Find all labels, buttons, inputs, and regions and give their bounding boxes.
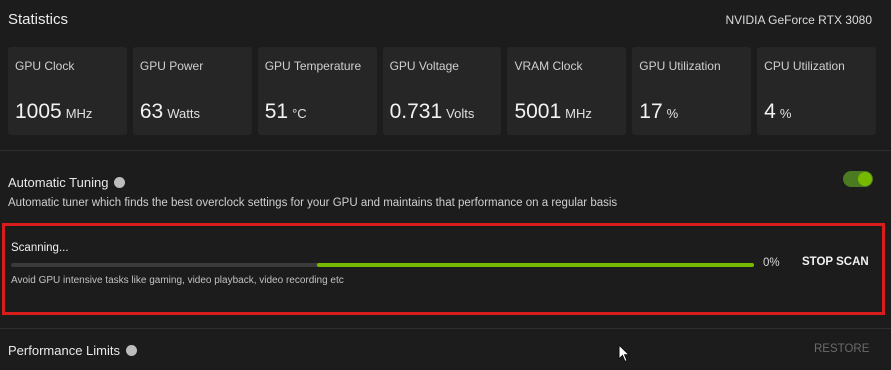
stat-unit: Volts	[446, 106, 475, 121]
stat-card-vram-clock: VRAM Clock 5001 MHz	[507, 47, 627, 135]
stat-unit: MHz	[65, 106, 93, 121]
stat-number: 4	[764, 100, 776, 123]
stat-unit: MHz	[565, 106, 592, 121]
gpu-name: NVIDIA GeForce RTX 3080	[725, 13, 872, 27]
stop-scan-button[interactable]: STOP SCAN	[802, 256, 869, 268]
scan-progress-fill	[317, 263, 754, 267]
stats-row: GPU Clock 1005 MHz GPU Power 63 Watts GPU …	[8, 47, 877, 135]
mouse-cursor-icon	[618, 344, 630, 363]
restore-button[interactable]: RESTORE	[814, 343, 869, 355]
stat-card-cpu-utilization: CPU Utilization 4%	[757, 47, 877, 135]
stat-number: 51	[264, 100, 289, 123]
scan-progress-bar	[11, 263, 754, 267]
performance-limits-header: Performance Limits	[8, 343, 137, 358]
automatic-tuning-toggle[interactable]	[843, 171, 873, 187]
stat-unit: Watts	[167, 106, 200, 121]
scan-percent: 0%	[763, 257, 780, 269]
stat-unit: %	[666, 106, 679, 121]
stat-value: 4%	[764, 100, 791, 124]
stat-number: 5001	[514, 100, 562, 123]
stat-card-gpu-clock: GPU Clock 1005 MHz	[8, 47, 127, 135]
scan-status: Scanning...	[11, 242, 69, 254]
stat-label: GPU Power	[139, 59, 204, 73]
stat-card-gpu-utilization: GPU Utilization 17%	[632, 47, 752, 135]
stat-label: GPU Utilization	[639, 59, 721, 73]
stat-unit: °C	[292, 106, 307, 121]
automatic-tuning-header: Automatic Tuning	[8, 175, 126, 190]
divider	[0, 150, 891, 151]
automatic-tuning-description: Automatic tuner which finds the best ove…	[8, 197, 618, 209]
stat-label: VRAM Clock	[514, 59, 583, 73]
stat-label: GPU Temperature	[264, 59, 362, 73]
stat-value: 17%	[639, 100, 678, 124]
stat-value: 51 °C	[265, 100, 307, 124]
stat-value: 1005 MHz	[15, 100, 92, 124]
toggle-knob	[858, 172, 872, 186]
performance-limits-title: Performance Limits	[8, 343, 120, 358]
stat-card-gpu-voltage: GPU Voltage 0.731 Volts	[382, 47, 502, 135]
stat-number: 17	[639, 100, 663, 123]
divider	[0, 328, 891, 329]
info-icon[interactable]	[125, 345, 137, 356]
stat-label: GPU Voltage	[389, 59, 459, 73]
stat-card-gpu-power: GPU Power 63 Watts	[132, 47, 252, 135]
page-title: Statistics	[8, 11, 69, 28]
scan-note: Avoid GPU intensive tasks like gaming, v…	[11, 275, 344, 286]
automatic-tuning-title: Automatic Tuning	[8, 175, 109, 190]
stat-label: GPU Clock	[15, 59, 75, 73]
stat-number: 0.731	[389, 100, 443, 123]
stat-label: CPU Utilization	[764, 59, 845, 73]
scan-panel: Scanning... 0% STOP SCAN Avoid GPU inten…	[2, 223, 885, 315]
stat-value: 0.731 Volts	[390, 100, 475, 124]
stat-number: 63	[139, 100, 164, 123]
stat-unit: %	[779, 106, 792, 121]
stat-number: 1005	[15, 100, 62, 123]
stat-value: 63 Watts	[140, 100, 200, 124]
stat-value: 5001 MHz	[514, 100, 591, 124]
info-icon[interactable]	[114, 177, 126, 188]
stat-card-gpu-temperature: GPU Temperature 51 °C	[257, 47, 377, 135]
